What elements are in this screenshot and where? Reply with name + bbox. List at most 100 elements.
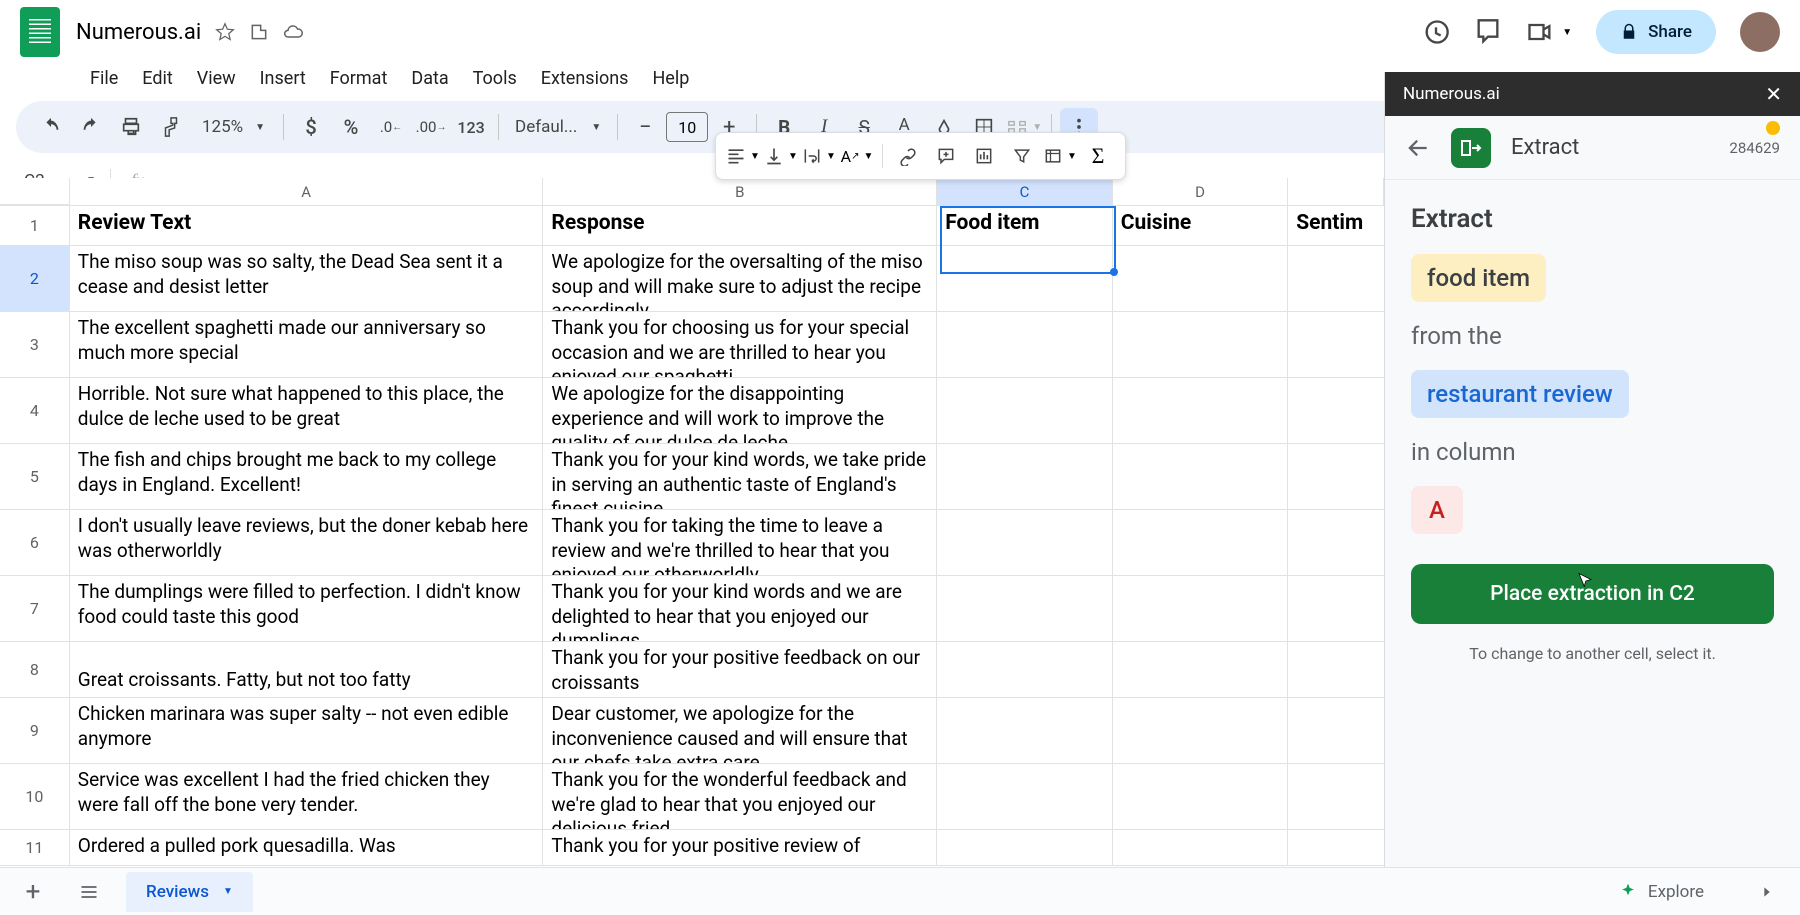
cell-c2[interactable] (937, 246, 1113, 311)
menu-file[interactable]: File (80, 64, 128, 93)
menu-insert[interactable]: Insert (250, 64, 316, 93)
menu-tools[interactable]: Tools (463, 64, 527, 93)
add-sheet-button[interactable]: + (14, 873, 52, 911)
col-header-c[interactable]: C (937, 178, 1113, 205)
row-header-4[interactable]: 4 (0, 378, 70, 443)
font-size-input[interactable]: 10 (666, 112, 708, 142)
cell-b11[interactable]: Thank you for your positive review of (543, 830, 937, 865)
col-header-a[interactable]: A (70, 178, 544, 205)
cell-e10[interactable] (1288, 764, 1384, 829)
cell-e7[interactable] (1288, 576, 1384, 641)
sheets-logo[interactable] (20, 7, 60, 57)
row-header-11[interactable]: 11 (0, 830, 70, 865)
col-header-b[interactable]: B (543, 178, 937, 205)
cell-b5[interactable]: Thank you for your kind words, we take p… (543, 444, 937, 509)
cell-d4[interactable] (1113, 378, 1289, 443)
cell-b7[interactable]: Thank you for your kind words and we are… (543, 576, 937, 641)
cell-a1[interactable]: Review Text (70, 206, 544, 245)
row-header-2[interactable]: 2 (0, 246, 70, 311)
cell-e2[interactable] (1288, 246, 1384, 311)
decrease-decimal-button[interactable]: .0← (372, 108, 410, 146)
cell-d2[interactable] (1113, 246, 1289, 311)
cell-c8[interactable] (937, 642, 1113, 697)
sheet-tab-reviews[interactable]: Reviews▼ (126, 872, 253, 912)
cell-d10[interactable] (1113, 764, 1289, 829)
cell-d5[interactable] (1113, 444, 1289, 509)
move-icon[interactable] (249, 22, 269, 42)
cell-d7[interactable] (1113, 576, 1289, 641)
extract-column-chip[interactable]: A (1411, 486, 1463, 534)
close-icon[interactable]: ✕ (1765, 82, 1782, 106)
row-header-6[interactable]: 6 (0, 510, 70, 575)
cell-e4[interactable] (1288, 378, 1384, 443)
place-extraction-button[interactable]: Place extraction in C2 (1411, 564, 1774, 624)
cell-b10[interactable]: Thank you for the wonderful feedback and… (543, 764, 937, 829)
row-header-5[interactable]: 5 (0, 444, 70, 509)
currency-button[interactable]: $ (292, 108, 330, 146)
cell-d11[interactable] (1113, 830, 1289, 865)
star-icon[interactable] (215, 22, 235, 42)
menu-extensions[interactable]: Extensions (531, 64, 639, 93)
share-button[interactable]: Share (1596, 10, 1716, 54)
decrease-font-button[interactable]: − (626, 108, 664, 146)
all-sheets-button[interactable] (70, 873, 108, 911)
cell-a10[interactable]: Service was excellent I had the fried ch… (70, 764, 544, 829)
cell-c4[interactable] (937, 378, 1113, 443)
cell-c7[interactable] (937, 576, 1113, 641)
cell-d9[interactable] (1113, 698, 1289, 763)
cell-a6[interactable]: I don't usually leave reviews, but the d… (70, 510, 544, 575)
increase-decimal-button[interactable]: .00→ (412, 108, 450, 146)
cell-d3[interactable] (1113, 312, 1289, 377)
doc-title[interactable]: Numerous.ai (76, 20, 201, 45)
filter-button[interactable] (1005, 139, 1039, 173)
meet-dropdown-button[interactable]: ▼ (1526, 18, 1572, 46)
percent-button[interactable]: % (332, 108, 370, 146)
cell-a2[interactable]: The miso soup was so salty, the Dead Sea… (70, 246, 544, 311)
row-header-10[interactable]: 10 (0, 764, 70, 829)
extract-source-chip[interactable]: restaurant review (1411, 370, 1629, 418)
cell-c1[interactable]: Food item (937, 206, 1113, 245)
cell-e8[interactable] (1288, 642, 1384, 697)
redo-button[interactable] (72, 108, 110, 146)
cell-a11[interactable]: Ordered a pulled pork quesadilla. Was (70, 830, 544, 865)
avatar[interactable] (1740, 12, 1780, 52)
col-header-d[interactable]: D (1113, 178, 1289, 205)
cell-c11[interactable] (937, 830, 1113, 865)
functions-button[interactable]: Σ (1081, 139, 1115, 173)
row-header-1[interactable]: 1 (0, 206, 70, 245)
zoom-select[interactable]: 125%▼ (192, 117, 275, 137)
back-icon[interactable] (1405, 135, 1431, 161)
explore-button[interactable]: Explore (1602, 874, 1720, 910)
select-all-corner[interactable] (0, 178, 70, 205)
row-header-7[interactable]: 7 (0, 576, 70, 641)
cell-b1[interactable]: Response (543, 206, 937, 245)
cell-e3[interactable] (1288, 312, 1384, 377)
cloud-icon[interactable] (283, 22, 303, 42)
cell-c5[interactable] (937, 444, 1113, 509)
cell-e11[interactable] (1288, 830, 1384, 865)
cell-d6[interactable] (1113, 510, 1289, 575)
cell-e6[interactable] (1288, 510, 1384, 575)
cell-b9[interactable]: Dear customer, we apologize for the inco… (543, 698, 937, 763)
menu-view[interactable]: View (187, 64, 246, 93)
insert-comment-button[interactable] (929, 139, 963, 173)
font-select[interactable]: Defaul...▼ (507, 117, 609, 137)
comment-icon[interactable] (1474, 18, 1502, 46)
cell-c9[interactable] (937, 698, 1113, 763)
cell-a8[interactable]: Great croissants. Fatty, but not too fat… (70, 642, 544, 697)
extract-target-chip[interactable]: food item (1411, 254, 1546, 302)
side-panel-toggle[interactable] (1748, 873, 1786, 911)
history-icon[interactable] (1422, 18, 1450, 46)
cell-e9[interactable] (1288, 698, 1384, 763)
rotate-button[interactable]: A↗▼ (840, 139, 874, 173)
menu-edit[interactable]: Edit (132, 64, 182, 93)
cell-b2[interactable]: We apologize for the oversalting of the … (543, 246, 937, 311)
cell-a7[interactable]: The dumplings were filled to perfection.… (70, 576, 544, 641)
cell-b8[interactable]: Thank you for your positive feedback on … (543, 642, 937, 697)
link-button[interactable] (891, 139, 925, 173)
filter-views-button[interactable]: ▼ (1043, 139, 1077, 173)
cell-c10[interactable] (937, 764, 1113, 829)
print-button[interactable] (112, 108, 150, 146)
cell-a5[interactable]: The fish and chips brought me back to my… (70, 444, 544, 509)
row-header-3[interactable]: 3 (0, 312, 70, 377)
